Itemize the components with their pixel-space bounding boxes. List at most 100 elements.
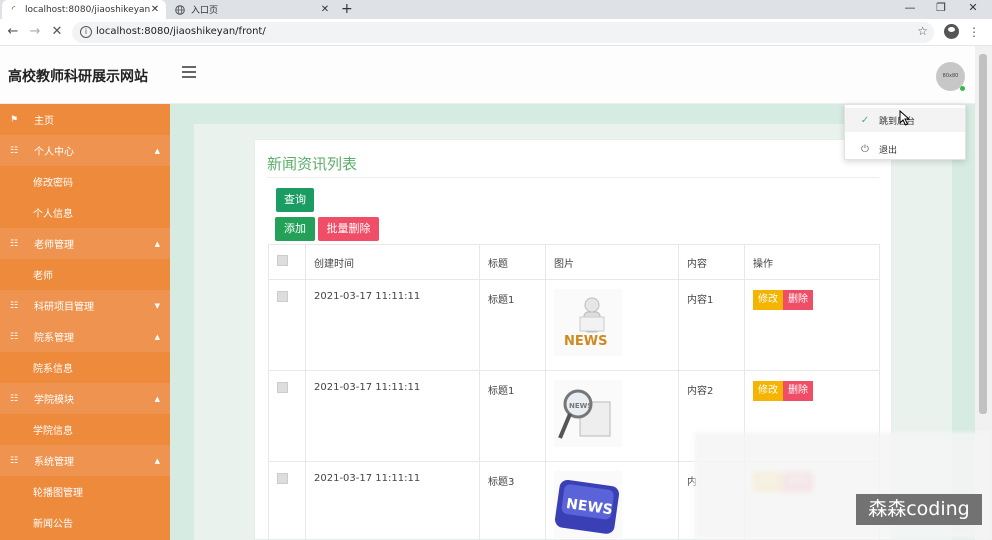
sidebar-item-label: 系统管理 <box>34 457 74 468</box>
created-cell: 2021-03-17 11:11:11 <box>305 461 480 540</box>
close-tab-icon[interactable]: ✕ <box>150 4 160 15</box>
news-person-image: NEWS <box>554 289 622 356</box>
row-select-cell <box>268 461 306 540</box>
sidebar-group-research[interactable]: ☷ 科研项目管理 ▼ <box>0 290 170 321</box>
title-cell: 标题1 <box>479 279 546 371</box>
sidebar-item-change-password[interactable]: 修改密码 <box>0 166 170 197</box>
sidebar-item-label: 院系信息 <box>33 364 73 375</box>
flag-icon: ⚑ <box>9 114 19 125</box>
svg-text:NEWS: NEWS <box>569 402 592 410</box>
sidebar-item-teacher[interactable]: 老师 <box>0 259 170 290</box>
select-all-checkbox[interactable] <box>277 255 288 266</box>
column-header: 操作 <box>744 244 880 280</box>
info-icon[interactable]: i <box>80 26 92 38</box>
restore-icon[interactable]: ❐ <box>926 0 956 19</box>
caret-up-icon: ▲ <box>154 394 160 403</box>
sidebar-item-label: 轮播图管理 <box>33 488 83 499</box>
row-checkbox[interactable] <box>277 473 288 484</box>
sidebar-group-teacher[interactable]: ☷ 老师管理 ▲ <box>0 228 170 259</box>
globe-icon <box>174 4 185 15</box>
caret-down-icon: ▼ <box>154 301 160 310</box>
menu-toggle-icon[interactable] <box>182 66 196 81</box>
sidebar-item-label: 老师 <box>33 271 53 282</box>
sidebar-group-college[interactable]: ☷ 学院模块 ▲ <box>0 383 170 414</box>
forward-icon[interactable]: → <box>26 23 44 41</box>
power-icon: ⏻ <box>861 143 869 155</box>
delete-button[interactable]: 删除 <box>783 290 813 310</box>
image-cell: NEWS <box>545 279 679 371</box>
edit-button[interactable]: 修改 <box>753 290 783 310</box>
loading-icon: ◜ <box>11 4 16 15</box>
row-select-cell <box>268 279 306 371</box>
column-header: 图片 <box>545 244 679 280</box>
sidebar-group-system[interactable]: ☷ 系统管理 ▲ <box>0 445 170 476</box>
sidebar-item-news[interactable]: 新闻公告 <box>0 507 170 538</box>
minimize-icon[interactable]: — <box>895 0 925 19</box>
logout-menu-item[interactable]: ⏻ 退出 <box>845 137 965 161</box>
sidebar: ⚑ 主页 ☷ 个人中心 ▲ 修改密码 个人信息 ☷ 老师管理 ▲ 老师 ☷ 科研… <box>0 104 170 540</box>
delete-button[interactable]: 删除 <box>783 381 813 401</box>
row-checkbox[interactable] <box>277 382 288 393</box>
table-header-row: 创建时间 标题 图片 内容 操作 <box>268 244 880 280</box>
created-cell: 2021-03-17 11:11:11 <box>305 279 480 371</box>
check-icon: ✓ <box>860 114 870 126</box>
sidebar-item-profile[interactable]: 个人信息 <box>0 197 170 228</box>
sidebar-item-carousel[interactable]: 轮播图管理 <box>0 476 170 507</box>
page-title: 新闻资讯列表 <box>267 155 358 173</box>
grid-icon: ☷ <box>9 331 19 342</box>
title-cell: 标题3 <box>479 461 546 540</box>
back-icon[interactable]: ← <box>4 23 22 41</box>
sidebar-group-department[interactable]: ☷ 院系管理 ▲ <box>0 321 170 352</box>
grid-icon: ☷ <box>9 238 19 249</box>
site-title: 高校教师科研展示网站 <box>8 69 148 85</box>
menu-item-label: 退出 <box>879 145 898 156</box>
sidebar-item-college-info[interactable]: 学院信息 <box>0 414 170 445</box>
sidebar-item-label: 院系管理 <box>34 333 74 344</box>
url-field[interactable]: i localhost:8080/jiaoshikeyan/front/ ☆ <box>72 22 934 43</box>
sidebar-item-label: 修改密码 <box>33 178 73 189</box>
app-header: 高校教师科研展示网站 80x80 <box>0 46 975 104</box>
window-close-icon[interactable]: ✕ <box>958 0 988 19</box>
row-select-cell <box>268 370 306 462</box>
sidebar-group-personal[interactable]: ☷ 个人中心 ▲ <box>0 135 170 166</box>
watermark: 森森coding <box>856 494 982 525</box>
browser-menu-icon[interactable]: ⋮ <box>968 25 980 39</box>
account-icon[interactable] <box>944 24 959 39</box>
column-header: 标题 <box>479 244 546 280</box>
browser-tab-active[interactable]: ◜ localhost:8080/jiaoshikeyan/fr ✕ <box>2 0 166 19</box>
sidebar-item-home[interactable]: ⚑ 主页 <box>0 104 170 135</box>
sidebar-item-label: 个人信息 <box>33 209 73 220</box>
browser-tab-inactive[interactable]: 入口页 ✕ <box>168 0 336 19</box>
close-tab-icon[interactable]: ✕ <box>320 4 330 15</box>
grid-icon: ☷ <box>9 455 19 466</box>
scrollbar-thumb[interactable] <box>979 54 987 414</box>
url-text: localhost:8080/jiaoshikeyan/front/ <box>96 26 266 37</box>
bookmark-star-icon[interactable]: ☆ <box>917 24 928 38</box>
stop-icon[interactable]: ✕ <box>48 23 66 41</box>
grid-icon: ☷ <box>9 145 19 156</box>
new-tab-button[interactable]: + <box>341 0 353 19</box>
news-key-image: NEWS <box>554 471 622 538</box>
caret-up-icon: ▲ <box>154 146 160 155</box>
edit-button[interactable]: 修改 <box>753 381 783 401</box>
query-button[interactable]: 查询 <box>276 188 314 212</box>
sidebar-item-label: 老师管理 <box>34 240 74 251</box>
divider <box>267 177 879 178</box>
add-button[interactable]: 添加 <box>275 217 315 241</box>
column-header: 内容 <box>678 244 745 280</box>
browser-tabstrip: ◜ localhost:8080/jiaoshikeyan/fr ✕ 入口页 ✕… <box>0 0 992 19</box>
news-magnifier-image: NEWS <box>554 380 622 447</box>
row-checkbox[interactable] <box>277 291 288 302</box>
batch-delete-button[interactable]: 批量删除 <box>318 217 379 241</box>
caret-up-icon: ▲ <box>154 332 160 341</box>
svg-text:NEWS: NEWS <box>564 334 607 349</box>
sidebar-item-label: 学院信息 <box>33 426 73 437</box>
sidebar-item-label: 科研项目管理 <box>34 302 94 313</box>
mouse-cursor-icon <box>899 110 911 126</box>
sidebar-item-department-info[interactable]: 院系信息 <box>0 352 170 383</box>
online-status-dot <box>960 86 965 91</box>
sidebar-item-label: 个人中心 <box>34 147 74 158</box>
image-cell: NEWS <box>545 461 679 540</box>
title-cell: 标题1 <box>479 370 546 462</box>
select-all-cell <box>268 244 306 280</box>
